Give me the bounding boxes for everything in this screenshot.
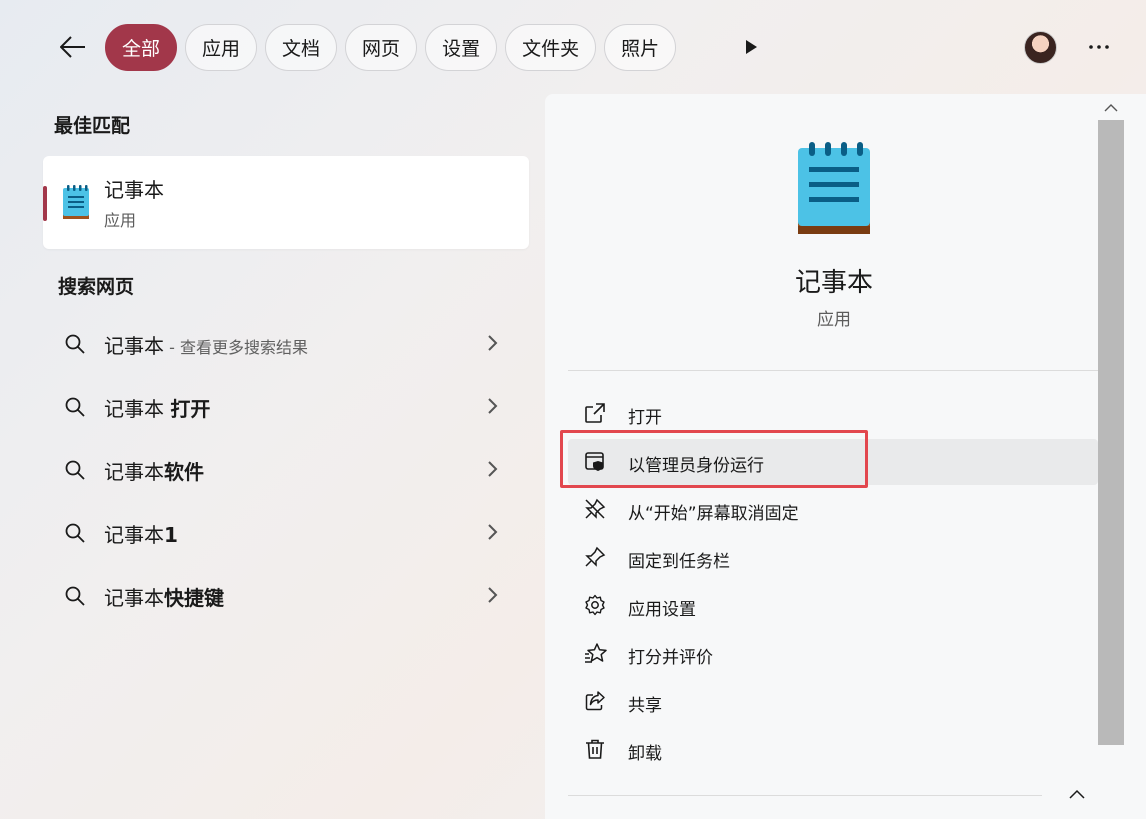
tab-folders[interactable]: 文件夹 [505,24,597,71]
best-match-heading: 最佳匹配 [54,115,131,137]
web-search-item-label: 记事本1 [104,523,178,547]
open-external-icon [585,403,605,423]
share-icon [585,691,605,711]
search-icon [65,397,85,417]
action-share[interactable]: 共享 [568,679,1098,725]
tab-all[interactable]: 全部 [105,24,178,71]
chevron-right-icon [488,524,498,540]
search-icon [65,523,85,543]
rate-star-icon [585,643,607,663]
app-detail-title: 记事本 [794,268,873,298]
more-filters-button[interactable] [734,30,768,64]
action-app-settings[interactable]: 应用设置 [568,583,1098,629]
chevron-right-icon [488,461,498,477]
run-as-admin-icon [585,452,604,471]
selection-indicator [43,186,47,221]
action-unpin-from-start[interactable]: 从“开始”屏幕取消固定 [568,487,1098,533]
pin-icon [585,546,606,567]
ellipsis-icon [1089,45,1109,49]
action-pin-to-taskbar[interactable]: 固定到任务栏 [568,535,1098,581]
unpin-icon [585,498,606,519]
web-search-item[interactable]: 记事本快捷键 [43,568,529,624]
search-icon [65,460,85,480]
notepad-app-large-icon [798,142,870,234]
web-search-item-label: 记事本 - 查看更多搜索结果 [104,334,308,358]
action-uninstall[interactable]: 卸载 [568,727,1098,773]
web-search-heading: 搜索网页 [58,276,135,298]
back-arrow-icon [60,36,85,58]
play-icon [746,40,757,54]
web-search-item-label: 记事本快捷键 [104,586,224,610]
web-search-item[interactable]: 记事本 打开 [43,379,529,435]
divider [568,795,1042,796]
chevron-right-icon [488,335,498,351]
divider [568,370,1098,371]
best-match-subtitle: 应用 [104,211,137,230]
action-rate-and-review[interactable]: 打分并评价 [568,631,1098,677]
app-detail-type: 应用 [817,310,851,330]
search-icon [65,334,85,354]
app-detail-panel: 记事本 应用 打开 以管理员身份运行 从“开始”屏幕取消固定 固定到任务栏 应用… [545,94,1146,819]
web-search-item-label: 记事本 打开 [104,397,211,421]
web-search-item[interactable]: 记事本 - 查看更多搜索结果 [43,316,529,372]
best-match-result[interactable]: 记事本 应用 [43,156,529,249]
search-icon [65,586,85,606]
user-avatar[interactable] [1024,31,1057,64]
scrollbar-thumb[interactable] [1098,120,1124,745]
gear-icon [585,594,605,616]
tab-photos[interactable]: 照片 [604,24,677,71]
tab-documents[interactable]: 文档 [265,24,338,71]
filter-tabs: 全部 应用 文档 网页 设置 文件夹 照片 [105,24,677,71]
best-match-title: 记事本 [104,178,164,202]
chevron-up-icon [1069,789,1085,799]
detail-scrollbar[interactable] [1098,94,1124,819]
chevron-right-icon [488,398,498,414]
web-search-item-label: 记事本软件 [104,460,204,484]
tab-settings[interactable]: 设置 [425,24,498,71]
action-run-as-admin[interactable]: 以管理员身份运行 [568,439,1098,485]
tab-apps[interactable]: 应用 [185,24,258,71]
back-button[interactable] [52,26,94,68]
collapse-button[interactable] [1066,783,1088,805]
chevron-up-icon [1104,103,1118,111]
tab-web[interactable]: 网页 [345,24,418,71]
more-options-button[interactable] [1082,30,1116,64]
scroll-up-button[interactable] [1102,98,1120,116]
notepad-app-icon [63,185,89,219]
web-search-item[interactable]: 记事本1 [43,505,529,561]
trash-icon [586,739,604,759]
web-search-item[interactable]: 记事本软件 [43,442,529,498]
action-open[interactable]: 打开 [568,391,1098,437]
search-filter-bar: 全部 应用 文档 网页 设置 文件夹 照片 [0,0,1146,96]
chevron-right-icon [488,587,498,603]
